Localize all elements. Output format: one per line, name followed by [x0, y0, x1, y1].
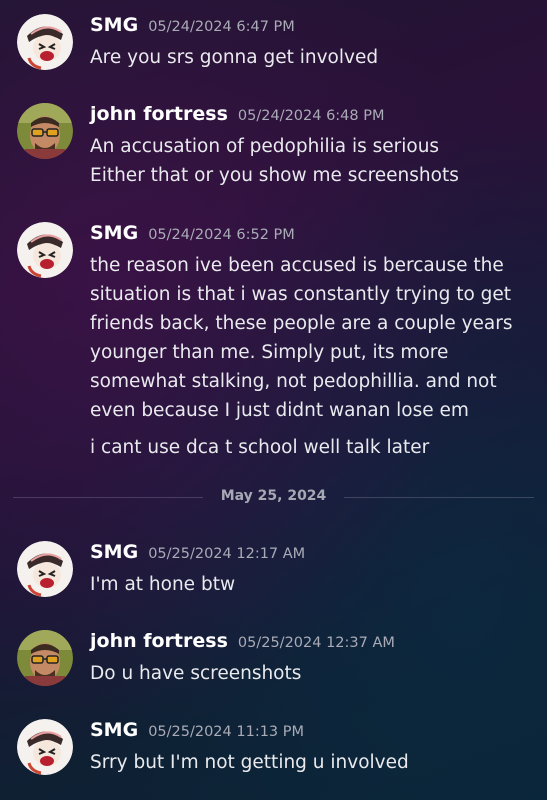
smg-avatar-icon[interactable]: [17, 14, 73, 70]
date-divider: May 25, 2024: [13, 486, 534, 508]
message-header: SMG 05/25/2024 12:17 AM: [90, 541, 305, 565]
message-line: even because I just didnt wanan lose em: [90, 400, 469, 421]
message-line: I'm at hone btw: [90, 574, 236, 595]
john-fortress-avatar-icon[interactable]: [17, 630, 73, 686]
author-name[interactable]: john fortress: [90, 103, 228, 125]
message-header: SMG 05/24/2024 6:47 PM: [90, 14, 295, 38]
author-name[interactable]: SMG: [90, 719, 138, 741]
message-timestamp: 05/25/2024 12:37 AM: [237, 635, 395, 651]
author-name[interactable]: SMG: [90, 222, 138, 244]
message-line: friends back, these people are a couple …: [90, 313, 513, 334]
author-name[interactable]: SMG: [90, 541, 138, 563]
author-name[interactable]: john fortress: [90, 630, 228, 652]
message-header: SMG 05/25/2024 11:13 PM: [90, 719, 304, 743]
message-line: Either that or you show me screenshots: [90, 165, 459, 186]
message-line: the reason ive been accused is bercause …: [90, 255, 504, 276]
message-line: somewhat stalking, not pedophillia. and …: [90, 371, 497, 392]
divider-date: May 25, 2024: [220, 488, 327, 504]
john-fortress-avatar-icon[interactable]: [17, 103, 73, 159]
message-line: An accusation of pedophilia is serious: [90, 136, 440, 157]
smg-avatar-icon[interactable]: [17, 541, 73, 597]
message-content: the reason ive been accused is bercause …: [90, 251, 530, 462]
smg-avatar-icon[interactable]: [17, 719, 73, 775]
message-header: john fortress 05/24/2024 6:48 PM: [90, 103, 385, 127]
message-content: Are you srs gonna get involved: [90, 43, 530, 72]
message-line: Are you srs gonna get involved: [90, 47, 379, 68]
author-name[interactable]: SMG: [90, 14, 138, 36]
message-timestamp: 05/24/2024 6:48 PM: [237, 108, 385, 124]
message-content: Do u have screenshots: [90, 659, 530, 688]
message-timestamp: 05/24/2024 6:47 PM: [148, 19, 295, 35]
smg-avatar-icon[interactable]: [17, 222, 73, 278]
message-line: younger than me. Simply put, its more: [90, 342, 449, 363]
message-line: situation is that i was constantly tryin…: [90, 284, 512, 305]
message-line: Do u have screenshots: [90, 663, 302, 684]
message-content: Srry but I'm not getting u involved: [90, 748, 530, 777]
message-header: SMG 05/24/2024 6:52 PM: [90, 222, 295, 246]
message-content: An accusation of pedophilia is serious E…: [90, 132, 530, 190]
message-timestamp: 05/25/2024 12:17 AM: [148, 546, 306, 562]
message-line: Srry but I'm not getting u involved: [90, 752, 409, 773]
message-header: john fortress 05/25/2024 12:37 AM: [90, 630, 395, 654]
message-line: i cant use dca t school well talk later: [90, 437, 430, 458]
chat-messages-list: SMG 05/24/2024 6:47 PM Are you srs gonna …: [0, 0, 547, 800]
message-timestamp: 05/25/2024 11:13 PM: [148, 724, 305, 740]
message-content: I'm at hone btw: [90, 570, 530, 599]
divider-line: [344, 497, 534, 498]
message-timestamp: 05/24/2024 6:52 PM: [148, 227, 295, 243]
